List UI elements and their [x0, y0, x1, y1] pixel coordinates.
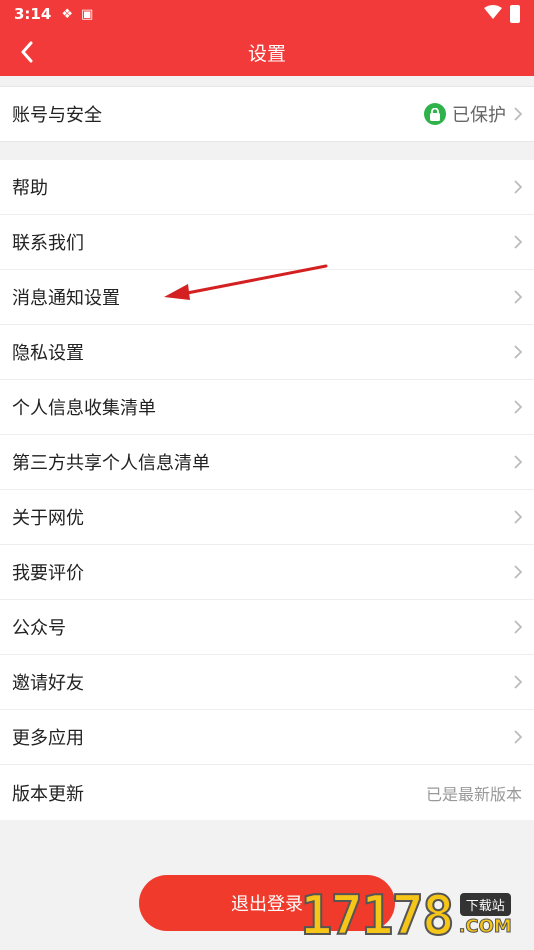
chevron-right-icon — [514, 620, 522, 634]
chevron-right-icon — [514, 455, 522, 469]
settings-item-rate[interactable]: 我要评价 — [0, 545, 534, 600]
settings-item-invite[interactable]: 邀请好友 — [0, 655, 534, 710]
chevron-left-icon — [21, 41, 33, 63]
account-security-label: 账号与安全 — [12, 105, 102, 126]
back-button[interactable] — [12, 36, 42, 68]
settings-item-label: 版本更新 — [12, 783, 84, 805]
settings-item-version[interactable]: 版本更新 已是最新版本 — [0, 765, 534, 820]
settings-item-label: 帮助 — [12, 178, 48, 199]
watermark-tag: 下载站 — [459, 893, 511, 916]
settings-item-label: 第三方共享个人信息清单 — [12, 453, 210, 474]
version-status: 已是最新版本 — [425, 784, 522, 804]
settings-item-label: 邀请好友 — [12, 673, 84, 694]
settings-item-personal-info-list[interactable]: 个人信息收集清单 — [0, 380, 534, 435]
settings-item-official-account[interactable]: 公众号 — [0, 600, 534, 655]
settings-item-third-party-list[interactable]: 第三方共享个人信息清单 — [0, 435, 534, 490]
status-time: 3:14 — [14, 5, 52, 23]
chevron-right-icon — [514, 107, 522, 121]
chevron-right-icon — [514, 510, 522, 524]
settings-item-contact[interactable]: 联系我们 — [0, 215, 534, 270]
account-security-row[interactable]: 账号与安全 已保护 — [0, 86, 534, 142]
keyboard-notification-icon: ▣ — [80, 6, 94, 22]
chevron-right-icon — [514, 400, 522, 414]
app-header: 设置 — [0, 28, 534, 76]
protection-status-text: 已保护 — [452, 105, 506, 126]
chevron-right-icon — [514, 675, 522, 689]
settings-item-label: 公众号 — [12, 618, 66, 639]
wifi-icon — [484, 5, 502, 23]
settings-item-more-apps[interactable]: 更多应用 — [0, 710, 534, 765]
chevron-right-icon — [514, 235, 522, 249]
settings-list: 帮助 联系我们 消息通知设置 隐私设置 个人信息收集清单 第三方共享个人信息清单… — [0, 160, 534, 820]
chevron-right-icon — [514, 180, 522, 194]
settings-item-label: 个人信息收集清单 — [12, 398, 156, 419]
settings-item-label: 联系我们 — [12, 233, 84, 254]
settings-item-label: 消息通知设置 — [12, 288, 120, 309]
page-title: 设置 — [247, 42, 286, 65]
chevron-right-icon — [514, 565, 522, 579]
settings-item-help[interactable]: 帮助 — [0, 160, 534, 215]
battery-icon — [510, 5, 520, 23]
chevron-right-icon — [514, 290, 522, 304]
settings-item-label: 关于网优 — [12, 508, 84, 529]
settings-item-label: 更多应用 — [12, 728, 84, 749]
app-notification-icon: ❖ — [61, 6, 73, 22]
lock-icon — [424, 103, 446, 125]
chevron-right-icon — [514, 345, 522, 359]
settings-item-about[interactable]: 关于网优 — [0, 490, 534, 545]
protection-status: 已保护 — [424, 101, 522, 127]
watermark-domain: .COM — [458, 916, 512, 938]
logout-button[interactable]: 退出登录 — [139, 875, 395, 931]
settings-item-privacy[interactable]: 隐私设置 — [0, 325, 534, 380]
settings-item-label: 我要评价 — [12, 563, 84, 584]
settings-item-label: 隐私设置 — [12, 343, 84, 364]
chevron-right-icon — [514, 730, 522, 744]
status-bar: 3:14 ❖ ▣ — [0, 0, 534, 28]
settings-item-notifications[interactable]: 消息通知设置 — [0, 270, 534, 325]
